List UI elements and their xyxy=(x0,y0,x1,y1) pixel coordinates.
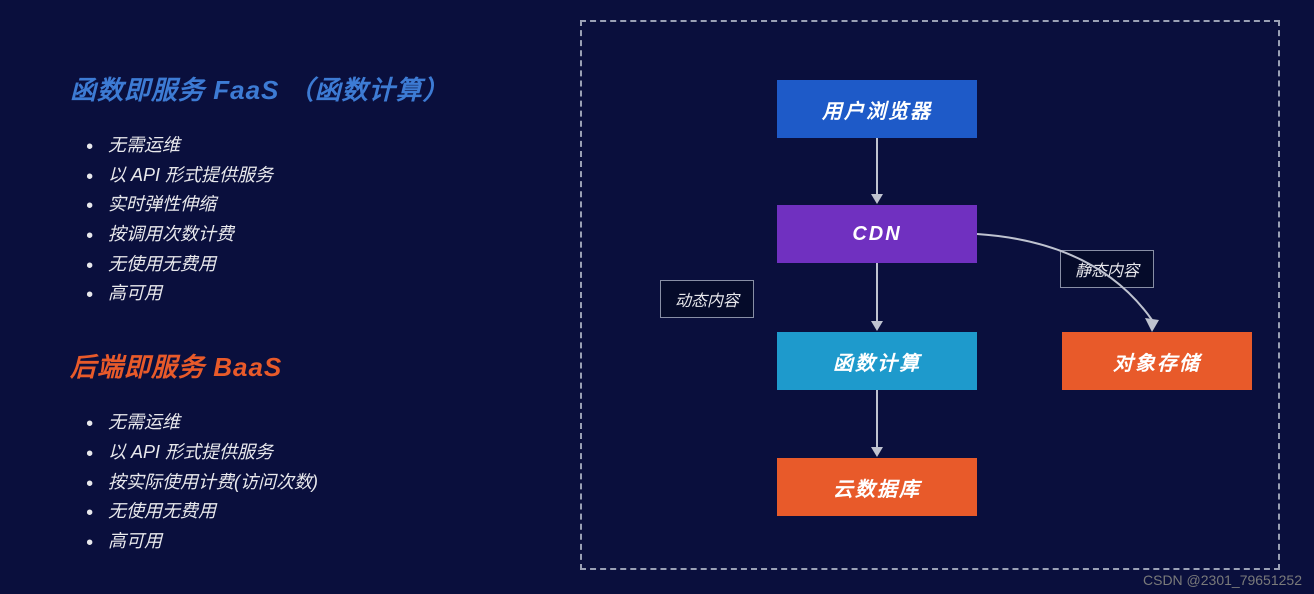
edge-label-dynamic: 动态内容 xyxy=(660,280,754,318)
node-cdn: CDN xyxy=(777,205,977,263)
diagram-frame: 用户浏览器 CDN 函数计算 云数据库 对象存储 动态内容 静态内容 xyxy=(580,20,1280,570)
list-item: 按调用次数计费 xyxy=(86,220,560,250)
arrow-head-icon xyxy=(871,447,883,457)
list-item: 高可用 xyxy=(86,279,560,309)
list-item: 实时弹性伸缩 xyxy=(86,190,560,220)
list-item: 按实际使用计费(访问次数) xyxy=(86,468,560,498)
node-browser: 用户浏览器 xyxy=(777,80,977,138)
diagram-panel: 用户浏览器 CDN 函数计算 云数据库 对象存储 动态内容 静态内容 xyxy=(560,0,1314,594)
arrow-func-to-db xyxy=(876,390,878,447)
list-item: 以 API 形式提供服务 xyxy=(86,161,560,191)
list-item: 无需运维 xyxy=(86,131,560,161)
faas-heading: 函数即服务 FaaS （函数计算） xyxy=(70,70,560,107)
node-function-compute: 函数计算 xyxy=(777,332,977,390)
baas-heading: 后端即服务 BaaS xyxy=(70,347,560,384)
edge-label-static: 静态内容 xyxy=(1060,250,1154,288)
arrow-cdn-to-func xyxy=(876,263,878,321)
baas-bullet-list: 无需运维 以 API 形式提供服务 按实际使用计费(访问次数) 无使用无费用 高… xyxy=(70,408,560,556)
arrow-head-icon xyxy=(871,321,883,331)
list-item: 高可用 xyxy=(86,527,560,557)
text-panel: 函数即服务 FaaS （函数计算） 无需运维 以 API 形式提供服务 实时弹性… xyxy=(0,0,560,594)
list-item: 无需运维 xyxy=(86,408,560,438)
list-item: 以 API 形式提供服务 xyxy=(86,438,560,468)
list-item: 无使用无费用 xyxy=(86,250,560,280)
node-cloud-database: 云数据库 xyxy=(777,458,977,516)
list-item: 无使用无费用 xyxy=(86,497,560,527)
arrow-head-icon xyxy=(871,194,883,204)
faas-bullet-list: 无需运维 以 API 形式提供服务 实时弹性伸缩 按调用次数计费 无使用无费用 … xyxy=(70,131,560,309)
slide-content: 函数即服务 FaaS （函数计算） 无需运维 以 API 形式提供服务 实时弹性… xyxy=(0,0,1314,594)
watermark: CSDN @2301_79651252 xyxy=(1143,572,1302,588)
node-object-storage: 对象存储 xyxy=(1062,332,1252,390)
arrow-browser-to-cdn xyxy=(876,138,878,194)
